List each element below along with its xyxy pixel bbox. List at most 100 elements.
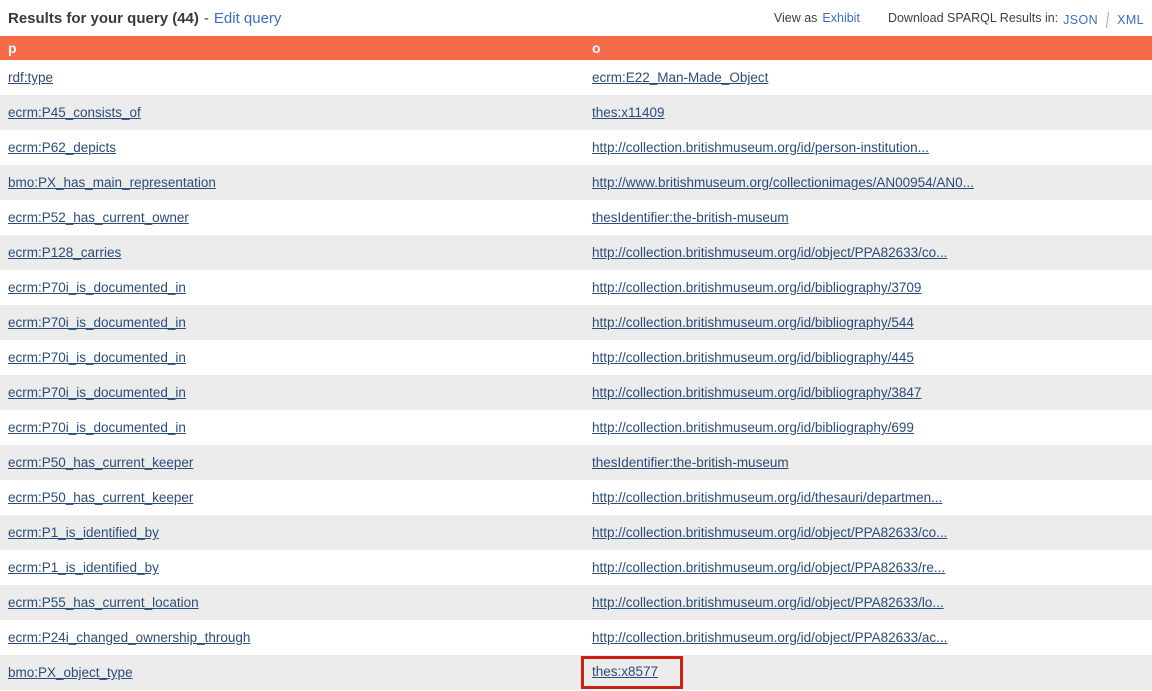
- table-row: ecrm:P1_is_identified_by http://collecti…: [0, 550, 1152, 585]
- predicate-link[interactable]: ecrm:P70i_is_documented_in: [8, 385, 186, 400]
- table-row: ecrm:P50_has_current_keeper thesIdentifi…: [0, 445, 1152, 480]
- object-cell: thesIdentifier:the-british-museum: [584, 445, 1152, 480]
- object-link[interactable]: http://collection.britishmuseum.org/id/o…: [592, 630, 947, 645]
- object-cell: http://collection.britishmuseum.org/id/b…: [584, 410, 1152, 445]
- object-cell: http://collection.britishmuseum.org/id/t…: [584, 480, 1152, 515]
- object-cell: http://collection.britishmuseum.org/id/o…: [584, 235, 1152, 270]
- object-link[interactable]: http://collection.britishmuseum.org/id/b…: [592, 385, 921, 400]
- object-link[interactable]: http://collection.britishmuseum.org/id/p…: [592, 140, 929, 155]
- download-xml-link[interactable]: XML: [1117, 13, 1144, 27]
- predicate-link[interactable]: ecrm:P45_consists_of: [8, 105, 141, 120]
- predicate-cell: ecrm:P70i_is_documented_in: [0, 305, 584, 340]
- object-link[interactable]: http://collection.britishmuseum.org/id/b…: [592, 350, 914, 365]
- object-link[interactable]: ecrm:E22_Man-Made_Object: [592, 70, 768, 85]
- predicate-cell: ecrm:P24i_changed_ownership_through: [0, 620, 584, 655]
- object-cell: http://collection.britishmuseum.org/id/b…: [584, 270, 1152, 305]
- object-cell: thes:x11409: [584, 95, 1152, 130]
- object-cell: ecrm:E22_Man-Made_Object: [584, 60, 1152, 95]
- predicate-cell: ecrm:P50_has_current_keeper: [0, 480, 584, 515]
- predicate-link[interactable]: ecrm:P50_has_current_keeper: [8, 490, 193, 505]
- table-row: ecrm:P128_carries http://collection.brit…: [0, 235, 1152, 270]
- results-count-label: Results for your query (44): [8, 10, 199, 27]
- predicate-link[interactable]: rdf:type: [8, 70, 53, 85]
- topbar: Results for your query (44) - Edit query…: [0, 0, 1152, 36]
- predicate-cell: ecrm:P62_depicts: [0, 130, 584, 165]
- predicate-cell: ecrm:P45_consists_of: [0, 95, 584, 130]
- table-row: ecrm:P50_has_current_keeper http://colle…: [0, 480, 1152, 515]
- predicate-cell: ecrm:P70i_is_documented_in: [0, 270, 584, 305]
- object-cell: thes:x8577: [584, 655, 1152, 690]
- table-row: ecrm:P70i_is_documented_in http://collec…: [0, 305, 1152, 340]
- exhibit-link[interactable]: Exhibit: [822, 11, 860, 25]
- header-row: p o: [0, 36, 1152, 60]
- column-header-o: o: [584, 36, 1152, 60]
- predicate-link[interactable]: ecrm:P70i_is_documented_in: [8, 350, 186, 365]
- edit-query-link[interactable]: Edit query: [214, 10, 282, 27]
- object-cell: thesIdentifier:the-british-museum: [584, 200, 1152, 235]
- predicate-link[interactable]: bmo:PX_has_main_representation: [8, 175, 216, 190]
- object-cell: http://collection.britishmuseum.org/id/b…: [584, 340, 1152, 375]
- title-separator: -: [204, 10, 209, 27]
- table-row: ecrm:P1_is_identified_by http://collecti…: [0, 515, 1152, 550]
- object-cell: http://collection.britishmuseum.org/id/b…: [584, 375, 1152, 410]
- object-link[interactable]: http://collection.britishmuseum.org/id/o…: [592, 525, 947, 540]
- column-header-p: p: [0, 36, 584, 60]
- predicate-cell: ecrm:P128_carries: [0, 235, 584, 270]
- object-cell: http://collection.britishmuseum.org/id/o…: [584, 515, 1152, 550]
- predicate-link[interactable]: ecrm:P1_is_identified_by: [8, 525, 159, 540]
- predicate-cell: ecrm:P52_has_current_owner: [0, 200, 584, 235]
- predicate-link[interactable]: ecrm:P52_has_current_owner: [8, 210, 189, 225]
- table-row: ecrm:P24i_changed_ownership_through http…: [0, 620, 1152, 655]
- predicate-cell: bmo:PX_has_main_representation: [0, 165, 584, 200]
- predicate-cell: ecrm:P1_is_identified_by: [0, 550, 584, 585]
- predicate-link[interactable]: ecrm:P50_has_current_keeper: [8, 455, 193, 470]
- object-cell: http://www.britishmuseum.org/collectioni…: [584, 165, 1152, 200]
- predicate-link[interactable]: ecrm:P128_carries: [8, 245, 121, 260]
- predicate-cell: bmo:PX_object_type: [0, 655, 584, 690]
- download-label: Download SPARQL Results in:: [888, 11, 1058, 25]
- predicate-link[interactable]: ecrm:P70i_is_documented_in: [8, 420, 186, 435]
- download-group: Download SPARQL Results in: JSON XML: [888, 10, 1144, 26]
- predicate-link[interactable]: ecrm:P70i_is_documented_in: [8, 280, 186, 295]
- object-cell: http://collection.britishmuseum.org/id/b…: [584, 305, 1152, 340]
- object-cell: http://collection.britishmuseum.org/id/o…: [584, 585, 1152, 620]
- object-link[interactable]: http://collection.britishmuseum.org/id/o…: [592, 560, 945, 575]
- predicate-link[interactable]: bmo:PX_object_type: [8, 665, 133, 680]
- table-row: ecrm:P70i_is_documented_in http://collec…: [0, 340, 1152, 375]
- view-as-group: View as Exhibit: [774, 11, 860, 25]
- object-link[interactable]: http://www.britishmuseum.org/collectioni…: [592, 175, 974, 190]
- table-row: ecrm:P55_has_current_location http://col…: [0, 585, 1152, 620]
- object-link[interactable]: http://collection.britishmuseum.org/id/b…: [592, 315, 914, 330]
- table-row: ecrm:P45_consists_of thes:x11409: [0, 95, 1152, 130]
- table-row: ecrm:P70i_is_documented_in http://collec…: [0, 270, 1152, 305]
- object-link[interactable]: http://collection.britishmuseum.org/id/o…: [592, 245, 947, 260]
- results-table: p o rdf:type ecrm:E22_Man-Made_Object ec…: [0, 36, 1152, 690]
- predicate-link[interactable]: ecrm:P62_depicts: [8, 140, 116, 155]
- object-cell: http://collection.britishmuseum.org/id/o…: [584, 620, 1152, 655]
- predicate-cell: ecrm:P70i_is_documented_in: [0, 340, 584, 375]
- predicate-link[interactable]: ecrm:P1_is_identified_by: [8, 560, 159, 575]
- object-link[interactable]: http://collection.britishmuseum.org/id/o…: [592, 595, 944, 610]
- table-row: ecrm:P52_has_current_owner thesIdentifie…: [0, 200, 1152, 235]
- object-link[interactable]: http://collection.britishmuseum.org/id/b…: [592, 420, 914, 435]
- predicate-cell: rdf:type: [0, 60, 584, 95]
- object-link[interactable]: thes:x11409: [592, 105, 665, 120]
- predicate-cell: ecrm:P70i_is_documented_in: [0, 375, 584, 410]
- table-row: ecrm:P70i_is_documented_in http://collec…: [0, 375, 1152, 410]
- predicate-cell: ecrm:P50_has_current_keeper: [0, 445, 584, 480]
- predicate-link[interactable]: ecrm:P24i_changed_ownership_through: [8, 630, 250, 645]
- object-link[interactable]: http://collection.britishmuseum.org/id/b…: [592, 280, 921, 295]
- predicate-link[interactable]: ecrm:P70i_is_documented_in: [8, 315, 186, 330]
- divider: [1106, 12, 1109, 28]
- highlight-box: thes:x8577: [581, 656, 683, 689]
- results-table-body: rdf:type ecrm:E22_Man-Made_Object ecrm:P…: [0, 60, 1152, 690]
- predicate-link[interactable]: ecrm:P55_has_current_location: [8, 595, 199, 610]
- table-row: ecrm:P62_depicts http://collection.briti…: [0, 130, 1152, 165]
- object-link-highlighted[interactable]: thes:x8577: [592, 664, 658, 679]
- object-link[interactable]: thesIdentifier:the-british-museum: [592, 455, 789, 470]
- view-as-label: View as: [774, 11, 818, 25]
- download-json-link[interactable]: JSON: [1063, 13, 1098, 27]
- topbar-actions: View as Exhibit Download SPARQL Results …: [774, 10, 1144, 26]
- object-link[interactable]: http://collection.britishmuseum.org/id/t…: [592, 490, 942, 505]
- object-link[interactable]: thesIdentifier:the-british-museum: [592, 210, 789, 225]
